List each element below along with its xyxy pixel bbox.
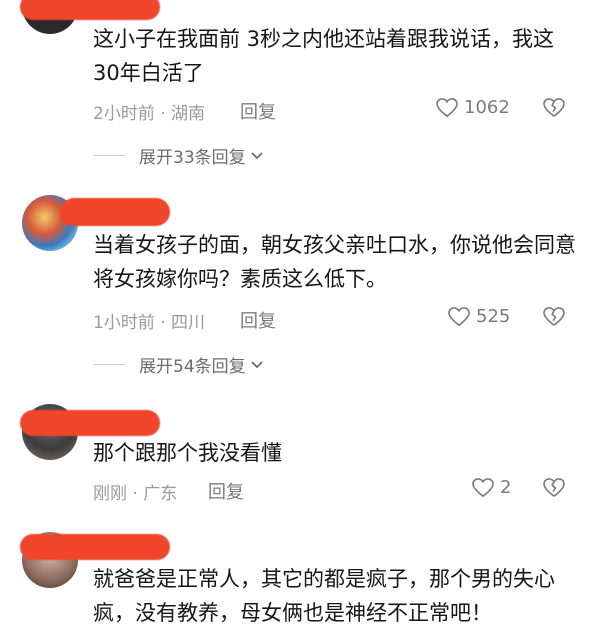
expand-replies-label: 展开33条回复 [139, 148, 246, 168]
reply-button[interactable]: 回复 [208, 478, 244, 504]
like-count: 2 [500, 477, 512, 498]
like-count: 1062 [464, 97, 510, 118]
comment-text: 就爸爸是正常人，其它的都是疯子，那个男的失心疯，没有教养，母女俩也是神经不正常吧… [93, 567, 555, 625]
comment-text: 这小子在我面前 3秒之内他还站着跟我说话，我这30年白活了 [93, 27, 555, 85]
comment-text: 那个跟那个我没看懂 [93, 441, 282, 465]
username-redaction [20, 534, 170, 560]
like-count: 525 [476, 306, 511, 327]
expand-replies-button[interactable]: 展开54条回复 [93, 352, 264, 377]
like-button[interactable]: 1062 [436, 97, 510, 118]
comment-meta: 2小时前 · 湖南 [93, 104, 206, 124]
username-redaction [20, 0, 160, 20]
reply-button[interactable]: 回复 [240, 307, 276, 333]
heart-outline-icon [436, 97, 458, 117]
expand-replies-button[interactable]: 展开33条回复 [93, 143, 264, 168]
reply-button[interactable]: 回复 [240, 98, 276, 124]
heart-outline-icon [472, 477, 494, 497]
dislike-button[interactable] [543, 98, 565, 122]
divider-line [93, 155, 125, 156]
heart-outline-icon [448, 306, 470, 326]
like-button[interactable]: 2 [472, 477, 511, 498]
chevron-down-icon [251, 151, 263, 159]
expand-replies-label: 展开54条回复 [139, 357, 246, 377]
comment-text: 当着女孩子的面，朝女孩父亲吐口水，你说他会同意将女孩嫁你吗？素质这么低下。 [93, 233, 576, 291]
comment-item: 这小子在我面前 3秒之内他还站着跟我说话，我这30年白活了 2小时前 · 湖南 … [0, 0, 596, 180]
username-redaction [20, 410, 160, 436]
chevron-down-icon [251, 360, 263, 368]
broken-heart-icon [543, 478, 565, 497]
username-redaction [60, 198, 170, 226]
dislike-button[interactable] [543, 478, 565, 502]
dislike-button[interactable] [543, 307, 565, 331]
like-button[interactable]: 525 [448, 306, 510, 327]
comment-meta: 1小时前 · 四川 [93, 313, 206, 333]
comment-item: 那个跟那个我没看懂 刚刚 · 广东 回复 2 [0, 402, 596, 512]
divider-line [93, 364, 125, 365]
broken-heart-icon [543, 98, 565, 117]
comment-item: 就爸爸是正常人，其它的都是疯子，那个男的失心疯，没有教养，母女俩也是神经不正常吧… [0, 528, 596, 640]
broken-heart-icon [543, 307, 565, 326]
comment-meta: 刚刚 · 广东 [93, 484, 178, 504]
comment-item: 当着女孩子的面，朝女孩父亲吐口水，你说他会同意将女孩嫁你吗？素质这么低下。 1小… [0, 192, 596, 392]
